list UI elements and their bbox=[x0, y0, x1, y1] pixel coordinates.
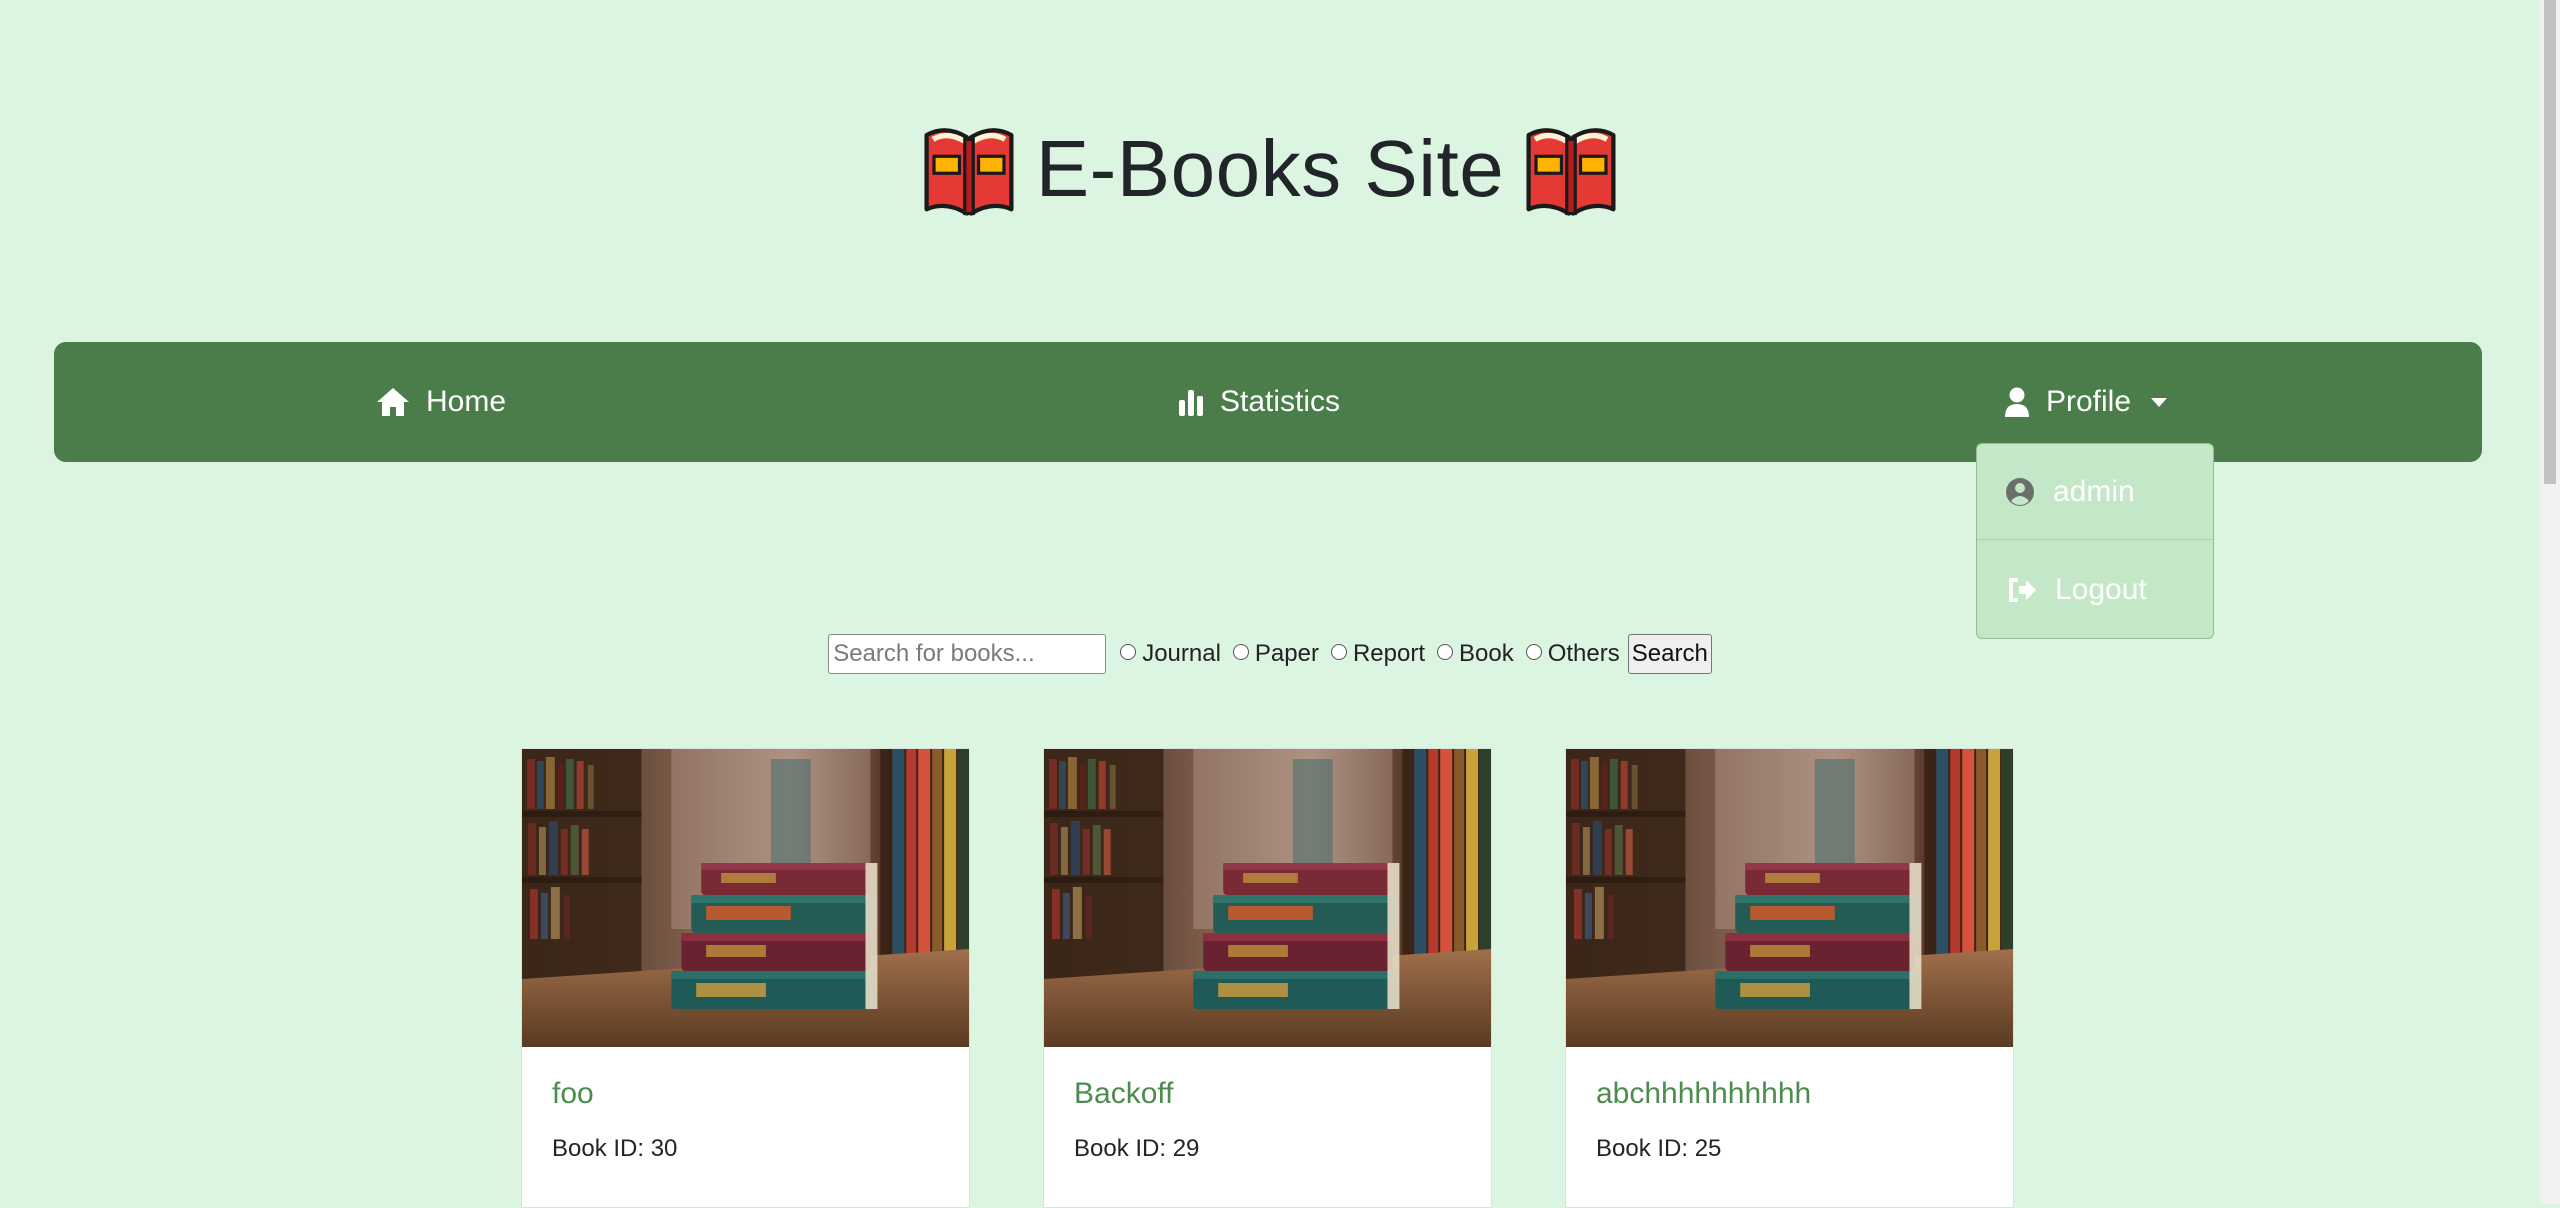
scrollbar-thumb[interactable] bbox=[2544, 0, 2556, 484]
book-id: Book ID: 29 bbox=[1074, 1135, 1200, 1162]
book-title[interactable]: Backoff bbox=[1074, 1077, 1174, 1111]
bar-chart-icon bbox=[1179, 390, 1203, 416]
open-book-icon bbox=[916, 116, 1022, 222]
search-button[interactable]: Search bbox=[1627, 634, 1712, 674]
book-cover-image bbox=[1044, 749, 1491, 1047]
book-title[interactable]: foo bbox=[552, 1077, 594, 1111]
nav-statistics-label: Statistics bbox=[1220, 385, 1341, 418]
sign-out-icon bbox=[2009, 578, 2036, 602]
filter-radio-group: Journal Paper Report Book Others bbox=[1114, 640, 1626, 668]
book-cover-image bbox=[1566, 749, 2013, 1047]
radio-paper[interactable] bbox=[1232, 644, 1249, 660]
search-input[interactable] bbox=[828, 634, 1107, 674]
radio-journal[interactable] bbox=[1120, 644, 1137, 660]
user-circle-icon bbox=[2006, 477, 2034, 506]
page-scrollbar[interactable] bbox=[2540, 0, 2560, 1204]
radio-report-label: Report bbox=[1352, 640, 1426, 667]
radio-book[interactable] bbox=[1437, 644, 1454, 660]
dropdown-item-admin[interactable]: admin bbox=[1977, 444, 2213, 540]
book-cover-image bbox=[522, 749, 969, 1047]
book-card[interactable]: Backoff Book ID: 29 bbox=[1043, 748, 1492, 1208]
dropdown-user-label: admin bbox=[2053, 474, 2135, 508]
nav-home[interactable]: Home bbox=[376, 342, 506, 462]
search-bar: Journal Paper Report Book Others Search bbox=[0, 632, 2540, 676]
radio-others[interactable] bbox=[1525, 644, 1542, 660]
profile-dropdown-menu: admin Logout bbox=[1976, 443, 2214, 639]
book-title[interactable]: abchhhhhhhhhh bbox=[1596, 1077, 1811, 1111]
chevron-down-icon bbox=[2151, 397, 2168, 407]
book-id: Book ID: 30 bbox=[552, 1135, 678, 1162]
nav-statistics[interactable]: Statistics bbox=[1178, 342, 1340, 462]
page-title: E-Books Site bbox=[1035, 124, 1505, 213]
radio-others-label: Others bbox=[1547, 640, 1620, 667]
nav-profile-label: Profile bbox=[2046, 385, 2132, 418]
book-card[interactable]: abchhhhhhhhhh Book ID: 25 bbox=[1565, 748, 2014, 1208]
site-header: E-Books Site bbox=[0, 104, 2540, 234]
home-icon bbox=[377, 388, 409, 416]
dropdown-item-logout[interactable]: Logout bbox=[1977, 542, 2213, 638]
open-book-icon bbox=[1518, 116, 1624, 222]
book-id: Book ID: 25 bbox=[1596, 1135, 1722, 1162]
radio-book-label: Book bbox=[1459, 640, 1514, 667]
user-icon bbox=[2005, 387, 2029, 417]
radio-journal-label: Journal bbox=[1142, 640, 1221, 667]
radio-report[interactable] bbox=[1330, 644, 1347, 660]
book-card[interactable]: foo Book ID: 30 bbox=[521, 748, 970, 1208]
nav-home-label: Home bbox=[426, 385, 507, 418]
radio-paper-label: Paper bbox=[1254, 640, 1319, 667]
dropdown-logout-label: Logout bbox=[2055, 573, 2147, 606]
